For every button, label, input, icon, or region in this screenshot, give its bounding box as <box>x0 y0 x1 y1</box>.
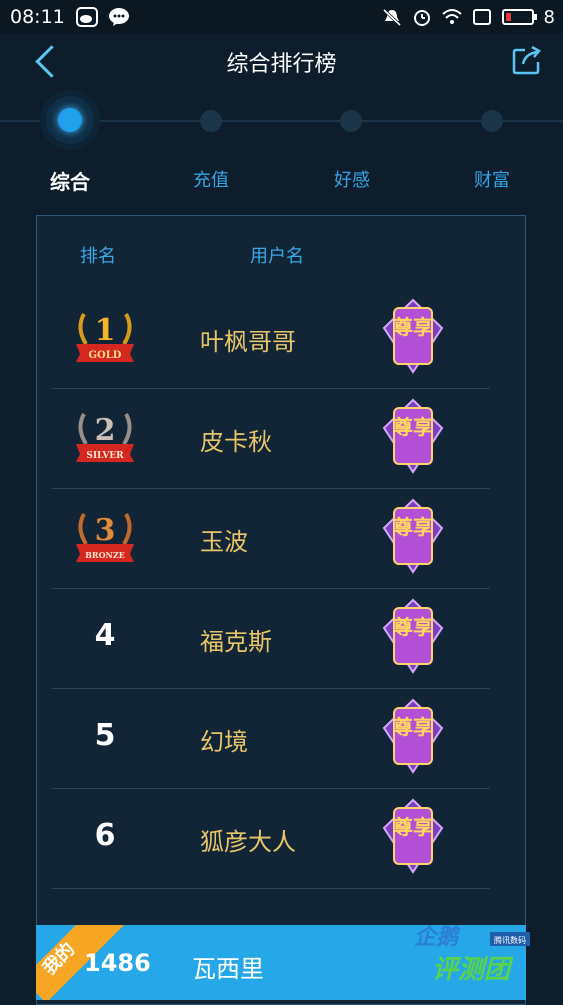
svg-text:SILVER: SILVER <box>86 451 124 461</box>
vip-badge-icon: 尊享 <box>382 698 444 774</box>
battery-level: 8 <box>543 6 555 28</box>
vip-badge-icon: 尊享 <box>382 298 444 374</box>
rank-number: 6 <box>94 818 116 853</box>
page-title: 综合排行榜 <box>226 52 337 77</box>
ranking-row[interactable]: 3 BRONZE 玉波 尊享 <box>52 488 490 589</box>
tab-dot-favor[interactable] <box>340 110 362 132</box>
ranking-row[interactable]: 6 狐彦大人 尊享 <box>52 788 490 889</box>
svg-text:尊享: 尊享 <box>393 615 433 639</box>
column-header-username: 用户名 <box>250 246 304 267</box>
vip-badge-icon: 尊享 <box>382 498 444 574</box>
username: 狐彦大人 <box>200 828 296 856</box>
tab-dot-wealth[interactable] <box>481 110 503 132</box>
ranking-row[interactable]: 4 福克斯 尊享 <box>52 588 490 689</box>
column-header-rank: 排名 <box>80 246 116 267</box>
rank-number: 5 <box>94 718 116 753</box>
vip-badge-icon: 尊享 <box>382 398 444 474</box>
username: 叶枫哥哥 <box>200 328 296 356</box>
watermark-logo: 企鹅 腾讯数码 评测团 <box>414 924 530 985</box>
status-right: 8 <box>382 5 555 29</box>
svg-text:尊享: 尊享 <box>393 715 433 739</box>
rank-number: 4 <box>94 618 116 653</box>
username: 幻境 <box>200 728 248 756</box>
svg-text:2: 2 <box>95 413 116 448</box>
share-button[interactable] <box>511 44 543 76</box>
mute-icon <box>382 8 401 26</box>
app-header: 综合排行榜 <box>0 34 563 88</box>
tab-dot-overall[interactable] <box>46 96 94 144</box>
svg-text:腾讯数码: 腾讯数码 <box>494 935 526 945</box>
tab-overall[interactable]: 综合 <box>30 166 110 195</box>
wechat-icon <box>109 8 129 26</box>
svg-text:尊享: 尊享 <box>393 515 433 539</box>
svg-text:企鹅: 企鹅 <box>414 924 461 950</box>
status-bar: 08:11 8 <box>0 0 563 34</box>
tab-favor[interactable]: 好感 <box>312 166 392 192</box>
username: 福克斯 <box>200 628 272 656</box>
svg-text:BRONZE: BRONZE <box>85 550 125 560</box>
svg-text:尊享: 尊享 <box>393 815 433 839</box>
svg-text:评测团: 评测团 <box>432 955 514 985</box>
tab-recharge[interactable]: 充值 <box>171 166 251 192</box>
alarm-icon <box>413 10 430 26</box>
ranking-row[interactable]: 5 幻境 尊享 <box>52 688 490 789</box>
weibo-icon <box>76 7 98 27</box>
vip-badge-icon: 尊享 <box>382 798 444 874</box>
gold-medal-icon: 1 GOLD <box>76 313 134 362</box>
wifi-icon <box>441 9 462 24</box>
battery-icon <box>501 9 537 25</box>
my-username: 瓦西里 <box>192 955 264 983</box>
svg-text:3: 3 <box>95 513 116 548</box>
tab-dot-recharge[interactable] <box>200 110 222 132</box>
svg-text:GOLD: GOLD <box>89 350 122 361</box>
username: 玉波 <box>200 528 248 556</box>
status-time: 08:11 <box>10 6 65 28</box>
my-rank-number: 1486 <box>84 949 151 977</box>
svg-text:1: 1 <box>95 313 116 348</box>
svg-text:尊享: 尊享 <box>393 415 433 439</box>
vip-badge-icon: 尊享 <box>382 598 444 674</box>
bronze-medal-icon: 3 BRONZE <box>76 513 134 562</box>
silver-medal-icon: 2 SILVER <box>76 413 134 462</box>
tab-wealth[interactable]: 财富 <box>452 166 532 192</box>
ranking-row[interactable]: 1 GOLD 叶枫哥哥 尊享 <box>52 288 490 389</box>
sim-icon <box>472 9 491 25</box>
username: 皮卡秋 <box>200 428 272 456</box>
svg-text:尊享: 尊享 <box>393 315 433 339</box>
ranking-row[interactable]: 2 SILVER 皮卡秋 尊享 <box>52 388 490 489</box>
